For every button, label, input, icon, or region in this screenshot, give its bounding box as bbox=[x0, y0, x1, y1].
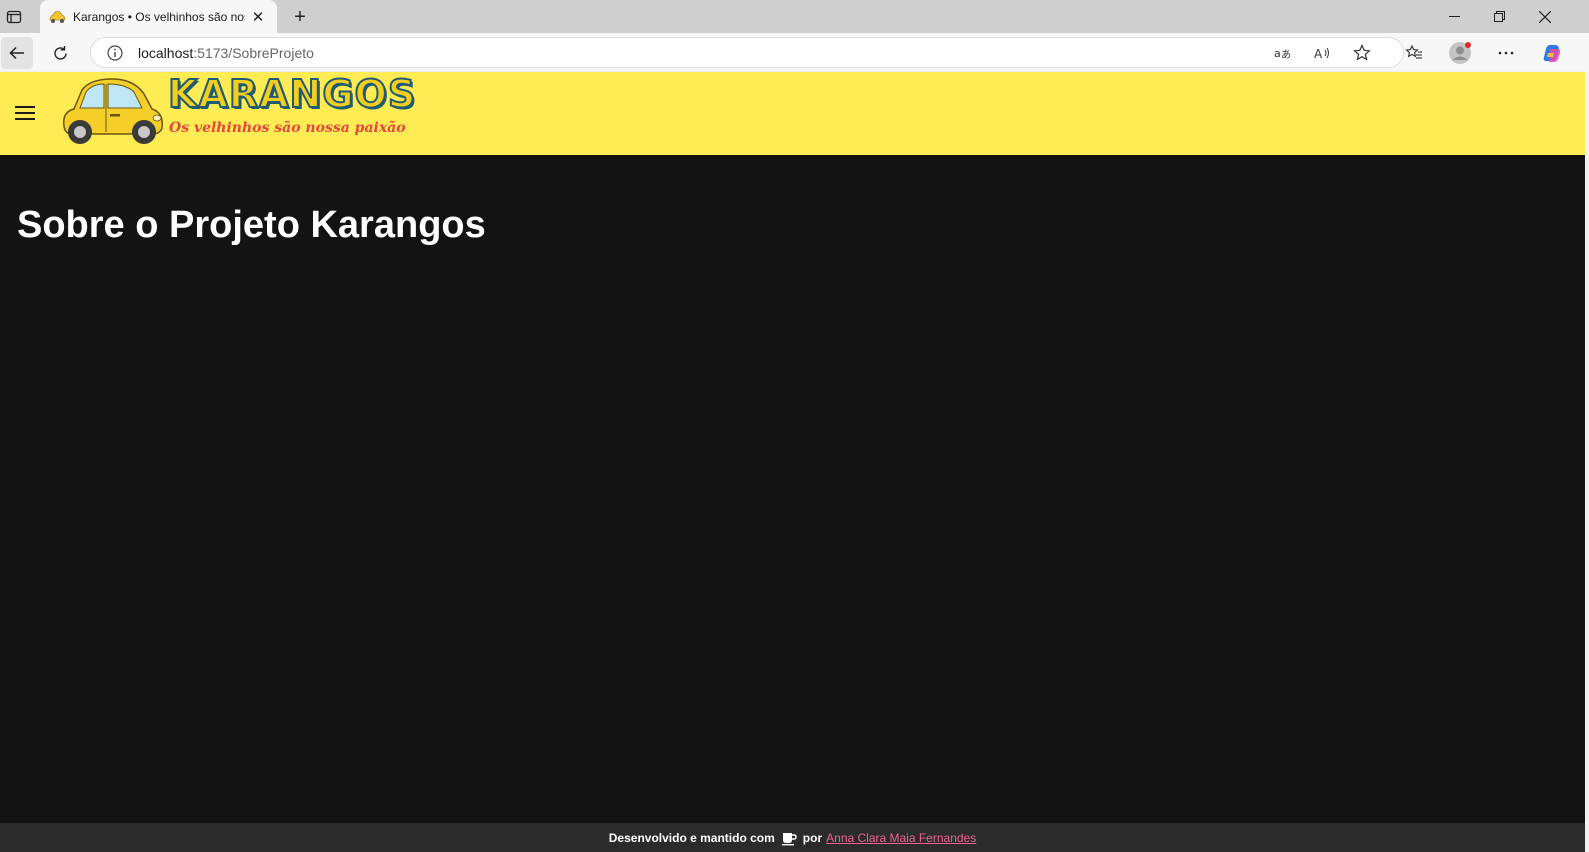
url-host: localhost bbox=[138, 45, 194, 61]
tab-title: Karangos • Os velhinhos são nossa paixão bbox=[73, 9, 245, 24]
more-icon[interactable] bbox=[1490, 37, 1522, 69]
star-icon[interactable] bbox=[1351, 42, 1373, 64]
svg-text:A: A bbox=[1314, 47, 1323, 61]
author-link[interactable]: Anna Clara Maia Fernandes bbox=[826, 831, 976, 845]
footer: Desenvolvido e mantido com por Anna Clar… bbox=[0, 823, 1585, 852]
url-text[interactable]: localhost:5173/SobreProjeto bbox=[138, 45, 314, 61]
app-header: KARANGOS Os velhinhos são nossa paixão bbox=[0, 71, 1585, 155]
logo-title: KARANGOS bbox=[167, 71, 417, 117]
karangos-logo[interactable]: KARANGOS Os velhinhos são nossa paixão bbox=[60, 71, 416, 146]
refresh-icon[interactable] bbox=[44, 37, 76, 69]
close-icon[interactable]: ✕ bbox=[249, 8, 267, 26]
footer-por: por bbox=[802, 830, 823, 845]
plus-icon[interactable]: + bbox=[289, 6, 311, 28]
restore-icon[interactable] bbox=[1477, 0, 1522, 33]
info-icon[interactable] bbox=[106, 44, 124, 62]
back-arrow-icon[interactable] bbox=[1, 37, 33, 69]
coffee-icon bbox=[781, 830, 797, 846]
profile-icon[interactable] bbox=[1444, 37, 1476, 69]
copilot-icon[interactable] bbox=[1536, 37, 1568, 69]
hamburger-menu-icon[interactable] bbox=[13, 101, 37, 125]
browser-tab-strip: Karangos • Os velhinhos são nossa paixão… bbox=[0, 0, 1589, 33]
tab-actions-icon[interactable] bbox=[3, 6, 25, 28]
scrollbar[interactable] bbox=[1585, 72, 1589, 852]
favorites-icon[interactable] bbox=[1398, 37, 1430, 69]
read-aloud-icon[interactable]: A bbox=[1312, 42, 1334, 64]
minimize-icon[interactable] bbox=[1432, 0, 1477, 33]
yellow-car-icon bbox=[49, 10, 66, 23]
translate-icon[interactable]: aあ bbox=[1272, 42, 1294, 64]
close-window-icon[interactable] bbox=[1522, 0, 1567, 33]
svg-text:a: a bbox=[1274, 47, 1281, 60]
logo-slogan: Os velhinhos são nossa paixão bbox=[169, 120, 406, 136]
browser-tab[interactable]: Karangos • Os velhinhos são nossa paixão… bbox=[40, 0, 277, 33]
address-bar[interactable]: localhost:5173/SobreProjeto aあ A bbox=[90, 37, 1404, 68]
url-path: :5173/SobreProjeto bbox=[193, 45, 314, 61]
browser-toolbar: localhost:5173/SobreProjeto aあ A bbox=[0, 33, 1589, 72]
svg-text:あ: あ bbox=[1281, 49, 1291, 61]
footer-text: Desenvolvido e mantido com bbox=[608, 830, 775, 845]
yellow-car-logo-icon bbox=[62, 78, 164, 144]
page-title: Sobre o Projeto Karangos bbox=[17, 204, 486, 246]
